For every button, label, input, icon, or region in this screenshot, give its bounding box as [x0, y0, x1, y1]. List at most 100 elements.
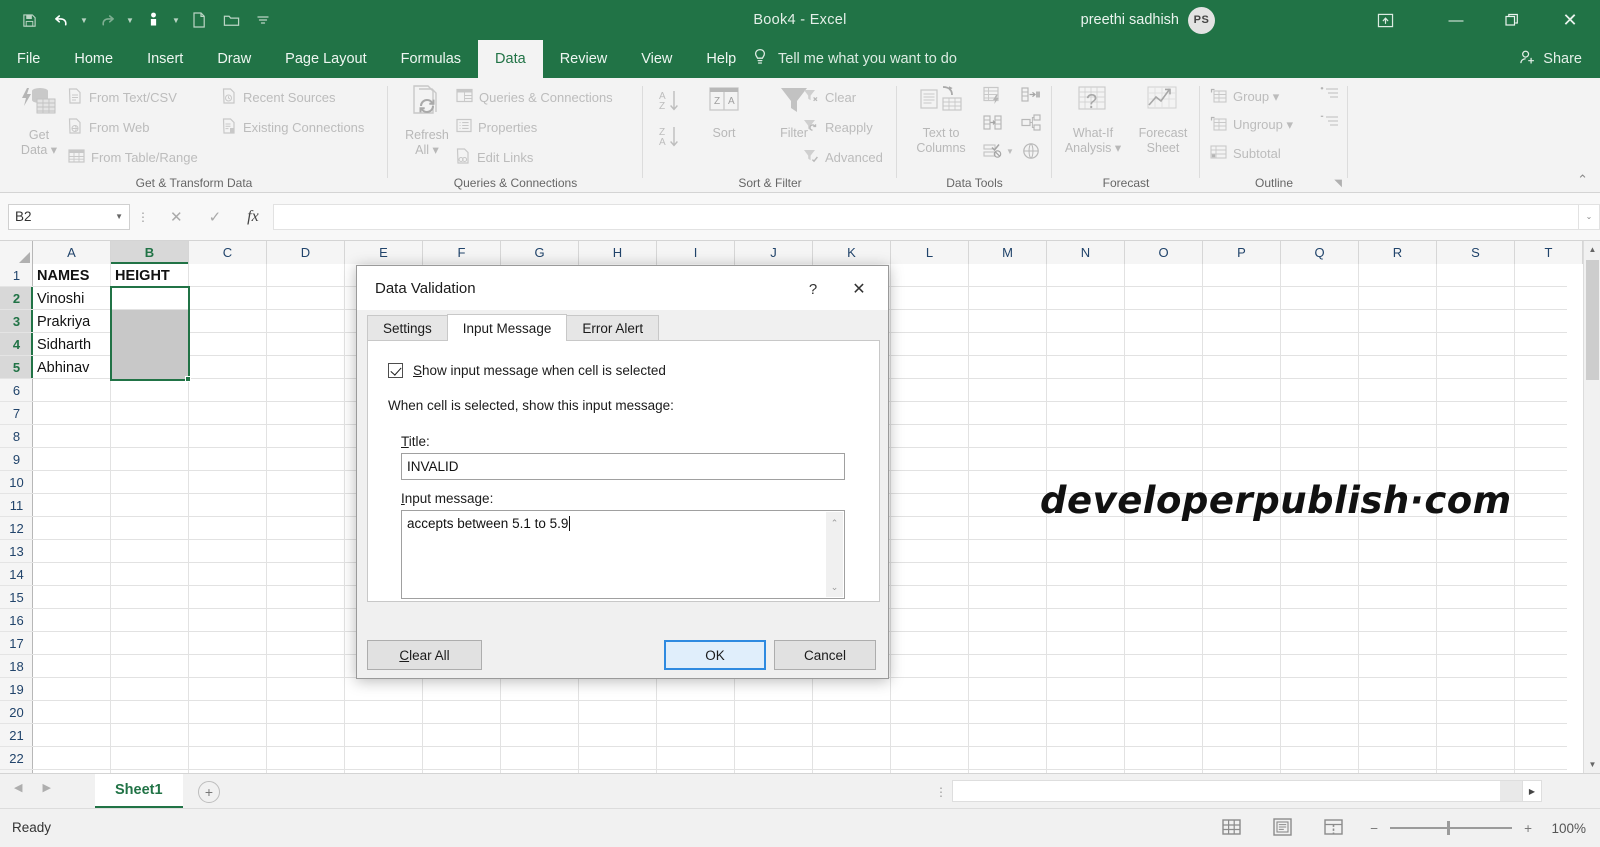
column-header-P[interactable]: P [1203, 241, 1281, 264]
properties-button[interactable]: Properties [456, 116, 537, 138]
row-header-18[interactable]: 18 [0, 655, 33, 678]
refresh-all-button[interactable]: Refresh All ▾ [394, 84, 460, 158]
select-all-corner[interactable] [0, 241, 33, 264]
sort-desc-button[interactable]: ZA [657, 124, 683, 155]
queries-connections-button[interactable]: Queries & Connections [456, 86, 613, 108]
clear-all-button[interactable]: Clear All [367, 640, 482, 670]
page-layout-view-icon[interactable] [1273, 818, 1292, 841]
row-header-11[interactable]: 11 [0, 494, 33, 517]
column-header-C[interactable]: C [189, 241, 267, 264]
tab-formulas[interactable]: Formulas [384, 40, 478, 78]
collapse-ribbon-button[interactable]: ⌃ [1577, 172, 1588, 188]
row-header-8[interactable]: 8 [0, 425, 33, 448]
data-validation-button[interactable]: ▼ [983, 142, 1014, 160]
column-header-S[interactable]: S [1437, 241, 1515, 264]
tab-insert[interactable]: Insert [130, 40, 200, 78]
minimize-button[interactable]: — [1428, 0, 1484, 40]
cell-A1[interactable]: NAMES [33, 264, 110, 287]
formula-input[interactable] [272, 203, 1578, 230]
expand-formula-bar-icon[interactable]: ⌄ [1578, 203, 1600, 230]
clear-filter-button[interactable]: Clear [803, 86, 856, 108]
column-header-A[interactable]: A [33, 241, 111, 264]
hide-detail-button[interactable] [1320, 114, 1340, 135]
text-to-columns-button[interactable]: Text to Columns [903, 84, 979, 156]
cell-B1[interactable]: HEIGHT [111, 264, 188, 287]
normal-view-icon[interactable] [1222, 818, 1241, 841]
sort-asc-button[interactable]: AZ [657, 88, 683, 119]
scroll-down-icon[interactable]: ▼ [1584, 756, 1600, 773]
consolidate-button[interactable] [1021, 86, 1041, 109]
tell-me-search[interactable]: Tell me what you want to do [752, 40, 957, 78]
dialog-help-button[interactable]: ? [800, 277, 826, 301]
row-header-4[interactable]: 4 [0, 333, 33, 356]
tab-draw[interactable]: Draw [200, 40, 268, 78]
tab-help[interactable]: Help [689, 40, 753, 78]
row-header-13[interactable]: 13 [0, 540, 33, 563]
row-header-2[interactable]: 2 [0, 287, 33, 310]
zoom-slider-thumb[interactable] [1447, 821, 1451, 835]
column-header-J[interactable]: J [735, 241, 813, 264]
column-header-I[interactable]: I [657, 241, 735, 264]
show-input-message-checkbox-row[interactable]: Show input message when cell is selected [388, 363, 666, 378]
account-area[interactable]: preethi sadhish PS [1081, 0, 1215, 40]
tab-file[interactable]: File [0, 40, 57, 78]
scroll-right-icon[interactable]: ▶ [1522, 780, 1542, 802]
tab-page-layout[interactable]: Page Layout [268, 40, 383, 78]
tab-review[interactable]: Review [543, 40, 625, 78]
textarea-scrollbar[interactable]: ⌃ ⌄ [826, 512, 843, 597]
column-header-F[interactable]: F [423, 241, 501, 264]
row-header-20[interactable]: 20 [0, 701, 33, 724]
zoom-level[interactable]: 100% [1544, 821, 1586, 836]
row-header-15[interactable]: 15 [0, 586, 33, 609]
ribbon-display-options-icon[interactable] [1370, 8, 1400, 32]
column-header-Q[interactable]: Q [1281, 241, 1359, 264]
zoom-slider[interactable] [1390, 818, 1513, 838]
ok-button[interactable]: OK [664, 640, 766, 670]
page-break-preview-icon[interactable] [1324, 818, 1343, 841]
row-header-10[interactable]: 10 [0, 471, 33, 494]
outline-dialog-launcher[interactable]: ◥ [1334, 178, 1342, 189]
row-header-3[interactable]: 3 [0, 310, 33, 333]
cell-A4[interactable]: Sidharth [33, 333, 110, 356]
row-header-21[interactable]: 21 [0, 724, 33, 747]
column-header-H[interactable]: H [579, 241, 657, 264]
cell-A2[interactable]: Vinoshi [33, 287, 110, 310]
row-header-9[interactable]: 9 [0, 448, 33, 471]
column-header-D[interactable]: D [267, 241, 345, 264]
get-data-button[interactable]: Get Data ▾ [6, 84, 72, 158]
row-header-17[interactable]: 17 [0, 632, 33, 655]
close-button[interactable]: ✕ [1540, 0, 1600, 40]
data-validation-dropdown-icon[interactable]: ▼ [1006, 147, 1014, 156]
column-header-R[interactable]: R [1359, 241, 1437, 264]
cancel-button[interactable]: Cancel [774, 640, 876, 670]
column-header-M[interactable]: M [969, 241, 1047, 264]
share-button[interactable]: Share [1519, 40, 1582, 78]
ungroup-button[interactable]: Ungroup ▾ [1210, 114, 1293, 136]
avatar[interactable]: PS [1188, 6, 1215, 34]
dialog-tab-settings[interactable]: Settings [367, 315, 448, 341]
column-header-L[interactable]: L [891, 241, 969, 264]
group-button[interactable]: Group ▾ [1210, 86, 1279, 108]
textarea-scroll-up-icon[interactable]: ⌃ [826, 514, 843, 531]
column-header-K[interactable]: K [813, 241, 891, 264]
row-header-7[interactable]: 7 [0, 402, 33, 425]
manage-data-model-button[interactable] [1021, 142, 1041, 165]
cell-A5[interactable]: Abhinav [33, 356, 110, 379]
row-header-12[interactable]: 12 [0, 517, 33, 540]
existing-connections-button[interactable]: Existing Connections [222, 116, 364, 138]
remove-duplicates-button[interactable] [983, 114, 1003, 137]
zoom-out-button[interactable]: − [1370, 821, 1378, 836]
add-sheet-button[interactable]: + [198, 781, 220, 803]
from-text-csv-button[interactable]: From Text/CSV [68, 86, 177, 108]
sheet-split-handle[interactable]: ⋮ [935, 785, 947, 799]
input-message-textarea[interactable]: accepts between 5.1 to 5.9 ⌃ ⌄ [401, 510, 845, 599]
column-header-E[interactable]: E [345, 241, 423, 264]
vertical-scroll-thumb[interactable] [1586, 260, 1599, 380]
reapply-filter-button[interactable]: Reapply [803, 116, 873, 138]
zoom-in-button[interactable]: + [1524, 821, 1532, 836]
fill-handle[interactable] [185, 376, 191, 382]
advanced-filter-button[interactable]: Advanced [803, 146, 883, 168]
column-header-N[interactable]: N [1047, 241, 1125, 264]
column-header-T[interactable]: T [1515, 241, 1583, 264]
dialog-tab-error-alert[interactable]: Error Alert [566, 315, 660, 341]
